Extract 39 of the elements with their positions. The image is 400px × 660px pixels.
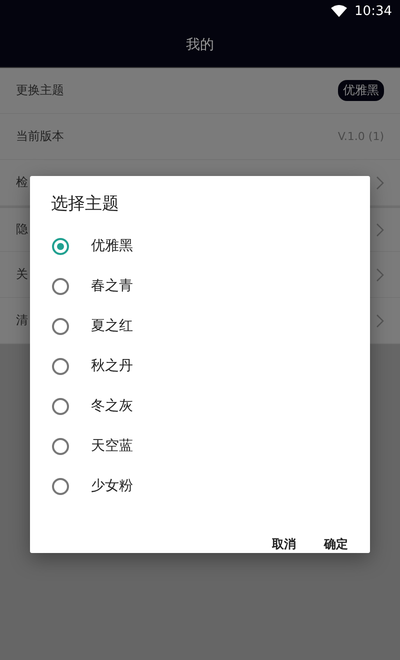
radio-button[interactable] bbox=[52, 318, 69, 334]
row-label: 关 bbox=[16, 266, 28, 283]
option-label: 春之青 bbox=[91, 277, 133, 295]
theme-option[interactable]: 天空蓝 bbox=[30, 426, 370, 466]
chevron-icon bbox=[376, 314, 384, 328]
chevron-icon bbox=[376, 222, 384, 236]
theme-option[interactable]: 少女粉 bbox=[30, 466, 370, 506]
option-label: 天空蓝 bbox=[91, 437, 133, 455]
theme-option[interactable]: 冬之灰 bbox=[30, 386, 370, 426]
row-label: 清 bbox=[16, 312, 28, 329]
radio-button[interactable] bbox=[52, 278, 69, 294]
radio-button[interactable] bbox=[52, 438, 69, 454]
option-label: 夏之红 bbox=[91, 317, 133, 335]
option-label: 优雅黑 bbox=[91, 237, 133, 255]
dialog-button[interactable]: 确定 bbox=[312, 528, 360, 561]
settings-row[interactable]: 更换主题 优雅黑 bbox=[0, 68, 400, 114]
radio-button[interactable] bbox=[52, 478, 69, 494]
radio-button[interactable] bbox=[52, 238, 69, 254]
chevron-icon bbox=[376, 268, 384, 282]
row-label: 当前版本 bbox=[16, 128, 64, 145]
option-label: 少女粉 bbox=[91, 477, 133, 495]
page-title: 我的 bbox=[186, 36, 214, 54]
radio-button[interactable] bbox=[52, 398, 69, 414]
theme-option[interactable]: 秋之丹 bbox=[30, 346, 370, 386]
row-label: 更换主题 bbox=[16, 82, 64, 99]
radio-button[interactable] bbox=[52, 358, 69, 374]
option-label: 秋之丹 bbox=[91, 357, 133, 375]
row-label: 检 bbox=[16, 174, 28, 191]
row-label: 隐 bbox=[16, 221, 28, 238]
dialog-title: 选择主题 bbox=[50, 193, 120, 216]
theme-option[interactable]: 优雅黑 bbox=[30, 226, 370, 266]
theme-option[interactable]: 春之青 bbox=[30, 266, 370, 306]
chevron-icon bbox=[376, 176, 384, 190]
dialog-button[interactable]: 取消 bbox=[260, 528, 308, 561]
wifi-icon bbox=[330, 5, 347, 17]
option-label: 冬之灰 bbox=[91, 397, 133, 415]
theme-option[interactable]: 夏之红 bbox=[30, 306, 370, 346]
clock-time: 10:34 bbox=[354, 4, 392, 18]
theme-badge: 优雅黑 bbox=[338, 80, 384, 101]
